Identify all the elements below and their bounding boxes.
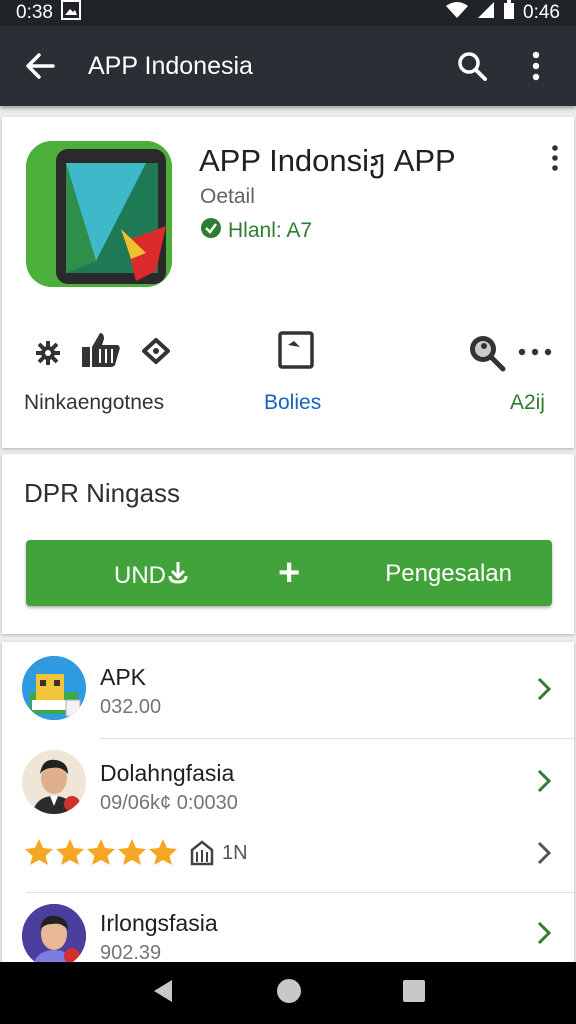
chevron-right-icon bbox=[536, 676, 552, 707]
install-left-label: UND bbox=[114, 561, 166, 589]
app-detail-card: APP Indonsiჟ APP Oetail Hlanl: A7 Ninkae… bbox=[2, 117, 574, 448]
search-person-icon[interactable] bbox=[466, 333, 506, 378]
star-icon bbox=[149, 839, 177, 865]
nav-back-icon[interactable] bbox=[150, 978, 176, 1009]
status-bar: 0:38 0:46 bbox=[0, 0, 576, 26]
app-developer[interactable]: Oetail bbox=[200, 185, 255, 209]
avatar bbox=[22, 750, 86, 814]
download-icon bbox=[168, 560, 188, 591]
app-name: APP Indonsiჟ APP bbox=[199, 143, 456, 178]
overflow-menu-button[interactable] bbox=[514, 44, 558, 88]
install-right-label: Pengesalan bbox=[385, 560, 512, 587]
list-item-subtitle: 032.00 bbox=[100, 696, 162, 718]
thumbs-up-icon[interactable] bbox=[80, 331, 122, 374]
status-time: 0:38 bbox=[16, 2, 53, 23]
chevron-right-icon bbox=[536, 840, 552, 871]
install-section-title: DPR Ningass bbox=[24, 478, 181, 508]
status-right-text: 0:46 bbox=[523, 2, 560, 23]
system-nav-bar bbox=[0, 962, 576, 1024]
chevron-right-icon bbox=[536, 920, 552, 951]
chevron-right-icon bbox=[536, 768, 552, 799]
app-more-button[interactable] bbox=[550, 145, 560, 176]
app-badge: Hlanl: A7 bbox=[200, 217, 312, 245]
list-item[interactable]: Irlongsfasia 902.39 bbox=[2, 894, 574, 962]
list-item-title: Irlongsfasia bbox=[100, 910, 218, 936]
wifi-icon bbox=[445, 1, 469, 25]
list-item[interactable]: APK 032.00 bbox=[2, 642, 574, 738]
verified-shield-icon bbox=[200, 217, 222, 245]
list-item-subtitle: 902.39 bbox=[100, 942, 162, 962]
rating-row[interactable]: 1N bbox=[2, 834, 574, 890]
arrow-left-icon bbox=[26, 53, 55, 79]
stats-row: Ninkaengotnes Bolies A2ĳ bbox=[2, 331, 574, 431]
stat-center-label[interactable]: Bolies bbox=[264, 391, 321, 415]
install-left: UND bbox=[114, 560, 188, 591]
app-icon bbox=[26, 141, 172, 287]
back-button[interactable] bbox=[18, 44, 62, 88]
nav-recents-icon[interactable] bbox=[402, 979, 426, 1008]
avatar bbox=[22, 656, 86, 720]
nav-home-icon[interactable] bbox=[275, 977, 303, 1010]
app-bar-title: APP Indonesia bbox=[88, 51, 253, 80]
install-button[interactable]: UND + Pengesalan bbox=[26, 540, 552, 606]
star-icon bbox=[25, 839, 53, 865]
list-item-title: APK bbox=[100, 664, 147, 690]
star-icon bbox=[118, 839, 146, 865]
plus-icon: + bbox=[278, 552, 301, 594]
gear-icon[interactable] bbox=[34, 339, 62, 372]
more-vert-icon bbox=[532, 51, 540, 81]
rating-label: 1N bbox=[222, 842, 248, 864]
list-card: APK 032.00 Dolahngfasia 09/06k¢ 0:0030 1… bbox=[2, 642, 574, 962]
rating-stars bbox=[24, 838, 178, 866]
battery-icon bbox=[503, 0, 515, 26]
star-icon bbox=[56, 839, 84, 865]
app-bar: APP Indonesia bbox=[0, 26, 576, 106]
list-item[interactable]: Dolahngfasia 09/06k¢ 0:0030 bbox=[2, 738, 574, 834]
avatar bbox=[22, 904, 86, 962]
image-card-icon[interactable] bbox=[278, 331, 314, 374]
more-horiz-icon[interactable] bbox=[518, 343, 552, 361]
more-vert-icon bbox=[552, 145, 558, 171]
signal-icon bbox=[477, 1, 495, 25]
divider bbox=[26, 892, 574, 893]
list-item-subtitle: 09/06k¢ 0:0030 bbox=[100, 792, 238, 814]
app-badge-text: Hlanl: A7 bbox=[228, 219, 313, 242]
search-icon bbox=[458, 52, 487, 81]
building-icon bbox=[190, 840, 214, 871]
install-card: DPR Ningass UND + Pengesalan bbox=[2, 454, 574, 634]
image-notification-icon bbox=[60, 0, 81, 26]
stat-right-label: A2ĳ bbox=[510, 391, 546, 414]
stat-left-label: Ninkaengotnes bbox=[24, 391, 165, 414]
star-icon bbox=[87, 839, 115, 865]
share-icon[interactable] bbox=[140, 337, 172, 370]
search-button[interactable] bbox=[450, 44, 494, 88]
list-item-title: Dolahngfasia bbox=[100, 760, 235, 786]
